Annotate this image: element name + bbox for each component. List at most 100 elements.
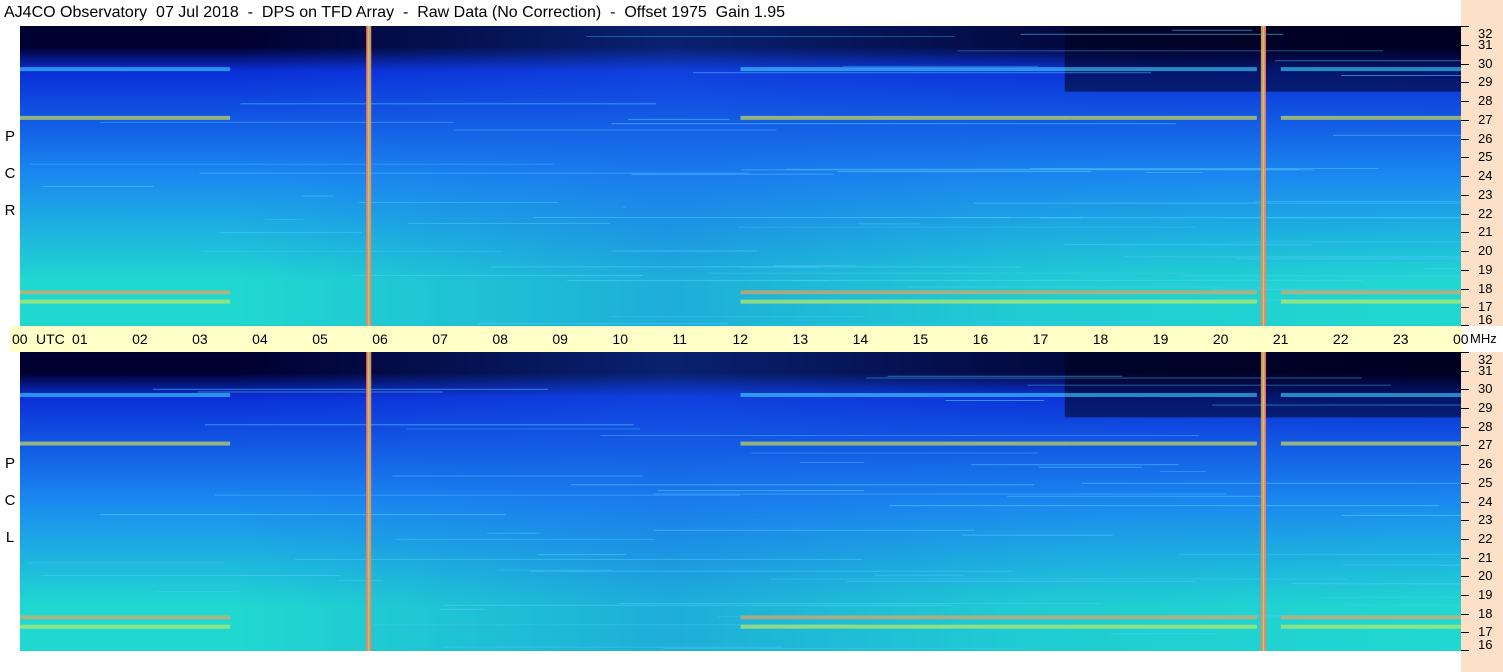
freq-tick-mark — [1461, 269, 1469, 271]
rfi-line — [799, 461, 865, 463]
time-tick: 10 — [612, 331, 628, 347]
time-tick: 18 — [1092, 331, 1109, 347]
freq-tick-mark — [1461, 538, 1469, 540]
emission-band — [1280, 615, 1461, 620]
time-tick: 12 — [732, 331, 749, 347]
freq-tick: 25 — [1478, 474, 1493, 490]
rfi-line — [1110, 633, 1218, 635]
rfi-line — [301, 195, 334, 197]
rfi-line — [204, 424, 634, 426]
interference-column-core — [1262, 26, 1264, 326]
freq-tick-mark — [1461, 194, 1469, 196]
freq-tick-mark — [1461, 482, 1469, 484]
freq-tick-mark — [1461, 389, 1469, 391]
rfi-line — [586, 36, 955, 38]
emission-band — [1070, 299, 1257, 304]
rfi-line — [1424, 267, 1461, 269]
rfi-line — [406, 428, 641, 430]
rfi-line — [610, 316, 864, 318]
rfi-line — [351, 275, 643, 277]
freq-tick-mark — [1461, 82, 1469, 84]
freq-tick-mark — [1461, 445, 1469, 447]
freq-tick-mark — [1461, 288, 1469, 290]
rfi-line — [889, 505, 1440, 507]
time-tick: 13 — [792, 331, 809, 347]
freq-tick: 30 — [1478, 381, 1493, 397]
rfi-line — [294, 558, 863, 560]
emission-band — [1280, 115, 1461, 120]
emission-band — [20, 299, 231, 304]
rfi-line — [612, 250, 758, 252]
rfi-line — [657, 490, 865, 492]
time-tick: 09 — [552, 331, 568, 347]
rfi-line — [662, 647, 1023, 649]
rfi-line — [345, 628, 348, 630]
emission-band — [740, 115, 1071, 120]
freq-tick: 27 — [1478, 111, 1493, 127]
freq-tick: 31 — [1478, 36, 1493, 52]
emission-band — [20, 615, 231, 620]
rfi-line — [837, 171, 1091, 173]
emission-band — [1070, 115, 1257, 120]
rfi-line — [843, 65, 1039, 67]
rfi-line — [1081, 482, 1461, 484]
rfi-line — [653, 493, 1226, 495]
rfi-line — [29, 163, 554, 165]
freq-tick-mark — [1461, 576, 1469, 578]
freq-tick-mark — [1461, 157, 1469, 159]
rfi-line — [497, 569, 612, 571]
time-tick: 06 — [372, 331, 388, 347]
rfi-line — [971, 464, 1179, 466]
time-tick: 00 — [1453, 331, 1469, 347]
rfi-line — [477, 323, 729, 325]
emission-band — [1070, 290, 1257, 295]
time-tick: 05 — [312, 331, 328, 347]
rfi-line — [1212, 404, 1461, 406]
channel-letter: P — [4, 128, 15, 145]
freq-tick-mark — [1461, 101, 1469, 102]
freq-tick: 21 — [1478, 224, 1493, 240]
time-tick: 16 — [972, 331, 989, 347]
rfi-line — [1341, 276, 1461, 278]
freq-tick-mark — [1461, 370, 1469, 372]
rfi-line — [866, 377, 1362, 379]
freq-tick: 19 — [1478, 586, 1493, 602]
freq-tick-mark — [1461, 176, 1469, 177]
time-tick: 01 — [72, 331, 88, 347]
rfi-line — [1222, 217, 1461, 219]
freq-tick-mark — [1461, 119, 1469, 121]
rfi-line — [99, 514, 506, 516]
rfi-line — [1124, 256, 1461, 258]
rfi-line — [444, 604, 952, 606]
rfi-line — [1178, 275, 1461, 277]
emission-band — [20, 290, 231, 295]
time-tick: 23 — [1392, 331, 1409, 347]
time-tick: 19 — [1152, 331, 1169, 347]
freq-tick: 23 — [1478, 512, 1493, 528]
time-tick: 21 — [1272, 331, 1289, 347]
spectrogram-svg — [20, 352, 1461, 651]
rfi-line — [1319, 596, 1461, 598]
channel-letter: R — [4, 202, 16, 219]
freq-tick: 24 — [1478, 493, 1493, 509]
time-tick: 20 — [1212, 331, 1229, 347]
emission-band — [1280, 624, 1461, 629]
rfi-line — [337, 579, 383, 581]
freq-tick-mark — [1461, 213, 1469, 215]
freq-tick-mark — [1461, 26, 1469, 27]
freq-tick: 28 — [1478, 93, 1493, 108]
rfi-line — [973, 202, 1461, 204]
emission-band — [1280, 299, 1461, 304]
rfi-line — [857, 223, 921, 225]
emission-band — [1280, 392, 1461, 397]
time-tick: UTC — [36, 331, 65, 347]
emission-band — [1280, 290, 1461, 295]
emission-band — [740, 615, 1071, 620]
rfi-line — [962, 534, 1113, 536]
freq-tick: 23 — [1478, 186, 1493, 202]
rfi-line — [43, 185, 154, 187]
freq-tick: 29 — [1478, 74, 1493, 90]
emission-band — [20, 392, 231, 397]
rfi-line — [1254, 200, 1461, 202]
freq-tick-mark — [1461, 632, 1469, 634]
